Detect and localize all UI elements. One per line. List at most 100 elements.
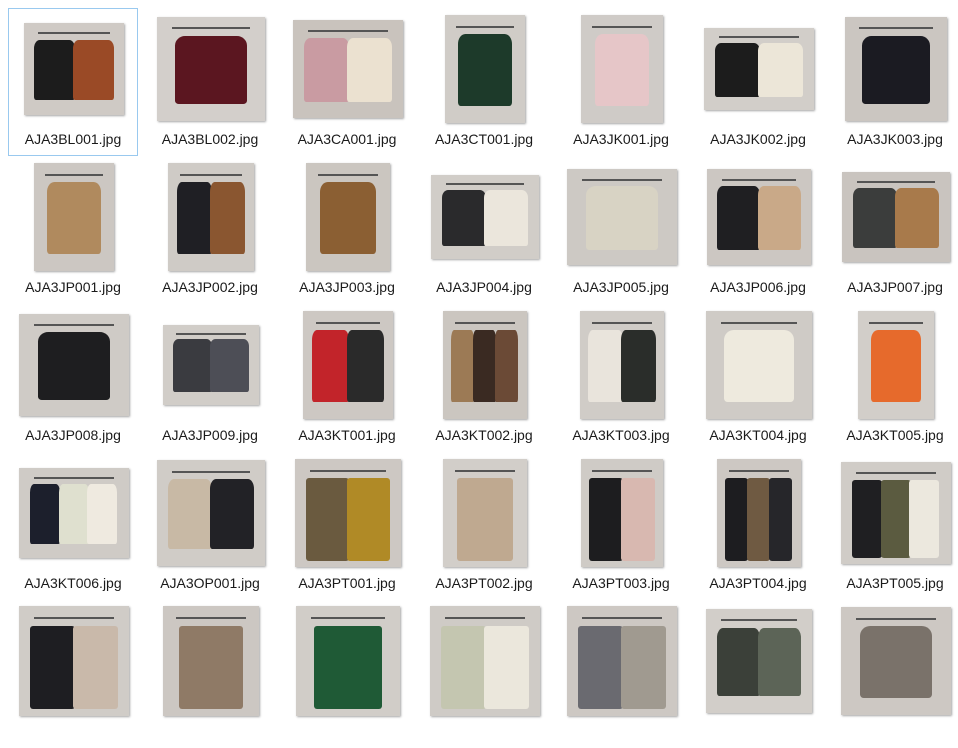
file-tile[interactable]: AJA3JP005.jpg	[556, 156, 686, 304]
image-thumbnail[interactable]	[841, 462, 951, 564]
file-tile[interactable]: AJA3JK003.jpg	[830, 8, 958, 156]
file-tile[interactable]	[419, 600, 549, 748]
hanger-rail	[454, 469, 516, 472]
image-thumbnail[interactable]	[717, 459, 801, 567]
pants-garment	[483, 625, 529, 710]
image-thumbnail[interactable]	[431, 175, 539, 259]
image-thumbnail[interactable]	[567, 169, 677, 265]
image-thumbnail[interactable]	[567, 606, 677, 716]
image-thumbnail[interactable]	[704, 28, 814, 110]
file-tile[interactable]: AJA3JP001.jpg	[8, 156, 138, 304]
image-thumbnail[interactable]	[303, 311, 393, 419]
file-name-label: AJA3KT006.jpg	[24, 575, 122, 591]
image-thumbnail[interactable]	[295, 459, 401, 567]
file-tile[interactable]: AJA3KT006.jpg	[8, 452, 138, 600]
image-thumbnail[interactable]	[706, 609, 812, 713]
file-tile[interactable]: AJA3JK002.jpg	[693, 8, 823, 156]
image-thumbnail[interactable]	[581, 15, 663, 123]
image-thumbnail[interactable]	[443, 311, 527, 419]
file-tile[interactable]	[830, 600, 958, 748]
image-thumbnail[interactable]	[157, 17, 265, 121]
file-tile[interactable]: AJA3KT005.jpg	[830, 304, 958, 452]
image-thumbnail[interactable]	[445, 15, 525, 123]
file-name-label: AJA3JP009.jpg	[162, 427, 258, 443]
pants-garment	[346, 478, 391, 561]
thumbnail-frame	[426, 161, 544, 273]
hanger-rail	[859, 27, 933, 30]
file-tile[interactable]: AJA3JP006.jpg	[693, 156, 823, 304]
image-thumbnail[interactable]	[707, 169, 811, 265]
file-tile[interactable]: AJA3OP001.jpg	[145, 452, 275, 600]
file-tile[interactable]	[145, 600, 275, 748]
top-garment	[757, 186, 801, 250]
image-thumbnail[interactable]	[19, 314, 129, 416]
file-tile[interactable]: AJA3KT002.jpg	[419, 304, 549, 452]
thumbnail-frame	[563, 13, 681, 125]
top-garment	[451, 330, 475, 402]
top-garment	[473, 330, 497, 402]
hanger-rail	[454, 321, 516, 324]
file-tile[interactable]: AJA3JP003.jpg	[282, 156, 412, 304]
hanger-rail	[38, 32, 110, 35]
hanger-rail	[728, 469, 790, 472]
file-tile[interactable]: AJA3CA001.jpg	[282, 8, 412, 156]
file-tile[interactable]: AJA3JP008.jpg	[8, 304, 138, 452]
image-thumbnail[interactable]	[842, 172, 950, 262]
image-thumbnail[interactable]	[163, 606, 259, 716]
file-tile[interactable]: AJA3JP004.jpg	[419, 156, 549, 304]
thumbnail-frame	[700, 13, 818, 125]
file-tile[interactable]: AJA3KT004.jpg	[693, 304, 823, 452]
file-tile[interactable]: AJA3JP002.jpg	[145, 156, 275, 304]
file-name-label: AJA3CT001.jpg	[434, 131, 534, 147]
image-thumbnail[interactable]	[706, 311, 812, 419]
image-thumbnail[interactable]	[19, 468, 129, 558]
file-name-label: AJA3JK001.jpg	[573, 131, 669, 147]
file-tile[interactable]: AJA3JP009.jpg	[145, 304, 275, 452]
image-thumbnail[interactable]	[430, 606, 540, 716]
file-tile[interactable]: AJA3PT004.jpg	[693, 452, 823, 600]
pants-garment	[725, 478, 749, 561]
image-thumbnail[interactable]	[163, 325, 259, 405]
top-garment	[870, 330, 922, 402]
file-tile[interactable]: AJA3BL002.jpg	[145, 8, 275, 156]
image-thumbnail[interactable]	[34, 163, 114, 271]
image-thumbnail[interactable]	[841, 607, 951, 715]
file-name-label: AJA3CA001.jpg	[297, 131, 397, 147]
image-thumbnail[interactable]	[168, 163, 254, 271]
file-tile[interactable]: AJA3KT003.jpg	[556, 304, 686, 452]
image-thumbnail[interactable]	[581, 459, 663, 567]
thumbnail-frame	[152, 309, 270, 421]
top-garment	[621, 330, 656, 402]
file-tile[interactable]	[693, 600, 823, 748]
thumbnail-frame	[700, 161, 818, 273]
image-thumbnail[interactable]	[306, 163, 390, 271]
thumbnail-frame	[15, 13, 133, 125]
image-thumbnail[interactable]	[580, 311, 664, 419]
hanger-rail	[308, 29, 388, 32]
image-thumbnail[interactable]	[157, 460, 265, 566]
top-garment	[209, 479, 255, 550]
top-garment	[717, 186, 760, 250]
file-tile[interactable]: AJA3JP007.jpg	[830, 156, 958, 304]
file-tile[interactable]: AJA3PT005.jpg	[830, 452, 958, 600]
file-tile[interactable]: AJA3JK001.jpg	[556, 8, 686, 156]
image-thumbnail[interactable]	[24, 23, 124, 115]
image-thumbnail[interactable]	[845, 17, 947, 121]
hanger-rail	[592, 25, 652, 28]
file-tile[interactable]: AJA3PT001.jpg	[282, 452, 412, 600]
image-thumbnail[interactable]	[443, 459, 527, 567]
file-tile[interactable]: AJA3PT002.jpg	[419, 452, 549, 600]
thumbnail-frame	[563, 161, 681, 273]
file-tile[interactable]	[556, 600, 686, 748]
file-tile[interactable]: AJA3PT003.jpg	[556, 452, 686, 600]
image-thumbnail[interactable]	[296, 606, 400, 716]
pants-garment	[852, 480, 883, 558]
file-tile[interactable]: AJA3CT001.jpg	[419, 8, 549, 156]
file-tile[interactable]: AJA3BL001.jpg	[8, 8, 138, 156]
image-thumbnail[interactable]	[858, 311, 934, 419]
image-thumbnail[interactable]	[19, 606, 129, 716]
image-thumbnail[interactable]	[293, 20, 403, 118]
file-tile[interactable]: AJA3KT001.jpg	[282, 304, 412, 452]
file-tile[interactable]	[8, 600, 138, 748]
file-tile[interactable]	[282, 600, 412, 748]
